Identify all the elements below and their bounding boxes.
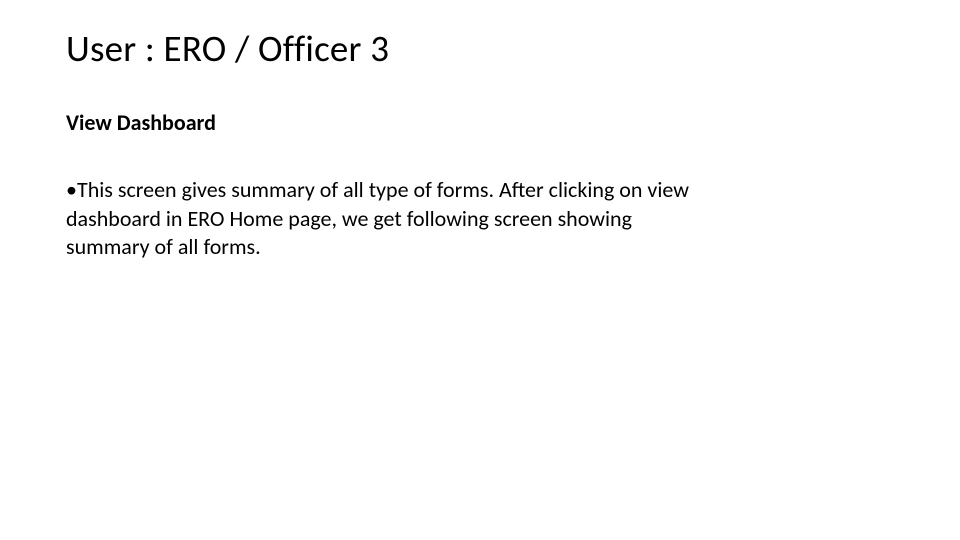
slide-title: User : ERO / Officer 3 <box>66 26 894 71</box>
slide-subtitle: View Dashboard <box>66 109 894 136</box>
bullet-item: •This screen gives summary of all type o… <box>66 176 706 262</box>
bullet-mark: • <box>66 176 77 203</box>
bullet-text: This screen gives summary of all type of… <box>66 176 689 260</box>
